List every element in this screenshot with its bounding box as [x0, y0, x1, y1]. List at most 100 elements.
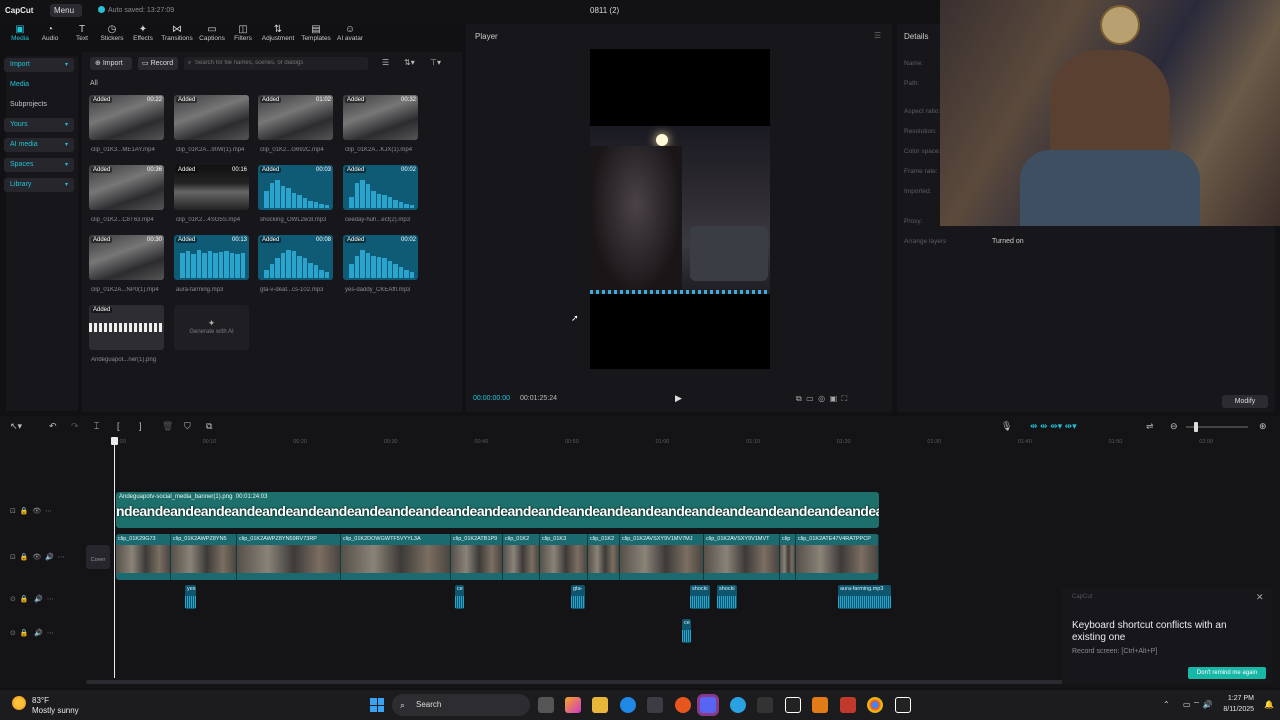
video-clip[interactable]: clip_01K2ATB1P9: [451, 534, 503, 580]
audio-clip[interactable]: yes: [185, 585, 196, 609]
video-clip[interactable]: clip_01K2: [588, 534, 620, 580]
video-clip[interactable]: clip_01K2AVSXY9V1MVT: [704, 534, 780, 580]
delete-icon[interactable]: 🗑: [162, 421, 173, 432]
media-item[interactable]: Added 00:32: [343, 95, 418, 140]
shield-icon[interactable]: ⛉: [184, 421, 191, 432]
video-clip[interactable]: clip_01K2ATE47V4RATPPCP: [796, 534, 879, 580]
menu-button[interactable]: Menu: [50, 4, 82, 17]
audio-clip[interactable]: aura-farming.mp3: [838, 585, 891, 609]
mic-icon[interactable]: 🎙: [1001, 421, 1012, 432]
audio-clip[interactable]: gta-: [571, 585, 585, 609]
media-item[interactable]: Added 01:02: [258, 95, 333, 140]
view-toggle-icon[interactable]: ☰: [382, 58, 389, 67]
audio-clip[interactable]: shocki: [717, 585, 737, 609]
tab-adjustment[interactable]: ⇅ Adjustment: [260, 24, 296, 46]
file-explorer-icon[interactable]: [592, 697, 608, 713]
app-icon[interactable]: [757, 697, 773, 713]
media-item[interactable]: Added 00:13: [174, 235, 249, 280]
close-icon[interactable]: ✕: [1256, 592, 1264, 603]
system-tray-icons[interactable]: ▭ ⌔ 🔊: [1183, 700, 1213, 710]
nav-library[interactable]: Library ▾: [4, 178, 74, 192]
split-icon[interactable]: ⌶: [94, 421, 99, 432]
windows-start-icon[interactable]: [370, 698, 384, 712]
audio-clip[interactable]: ce: [682, 619, 691, 643]
zoom-out-icon[interactable]: ⊖: [1170, 421, 1178, 432]
chrome-icon[interactable]: [867, 697, 883, 713]
telegram-icon[interactable]: [730, 697, 746, 713]
audio-track-controls[interactable]: ⊙ 🔒 🔊 ⋯: [10, 595, 54, 603]
tab-transitions[interactable]: ⋈ Transitions: [159, 24, 195, 46]
preview-icon[interactable]: ⇌: [1146, 421, 1154, 432]
capcut-taskbar-icon[interactable]: [785, 697, 801, 713]
audio-track-2-controls[interactable]: ⊙ 🔒 🔊 ⋯: [10, 629, 54, 637]
link-icon[interactable]: ⇹ ⇹ ⇹▾ ⇹▾: [1030, 421, 1077, 432]
dont-remind-button[interactable]: Don't remind me again: [1188, 667, 1266, 679]
media-item[interactable]: Added 00:08: [258, 235, 333, 280]
task-view-icon[interactable]: [538, 697, 554, 713]
media-item[interactable]: Added 00:02: [343, 235, 418, 280]
tab-filters[interactable]: ◫ Filters: [225, 24, 261, 46]
video-clip[interactable]: clip_01K2DOWGWTF5VYYL3A: [341, 534, 451, 580]
tab-all[interactable]: All: [90, 80, 98, 87]
notification-icon[interactable]: 🔔: [1264, 700, 1274, 709]
timeline-scrollbar[interactable]: [86, 680, 1066, 684]
media-item[interactable]: Added: [89, 305, 164, 350]
crop-icon[interactable]: ⧉: [206, 421, 212, 432]
media-item[interactable]: Added 00:02: [343, 165, 418, 210]
capcut-active-icon[interactable]: [895, 697, 911, 713]
split-left-icon[interactable]: [: [117, 421, 120, 431]
video-clip[interactable]: clip: [780, 534, 796, 580]
store-icon[interactable]: [647, 697, 663, 713]
video-clip[interactable]: clip_01K2AVSXY9V1MV7MJ: [620, 534, 704, 580]
media-item[interactable]: Added: [174, 95, 249, 140]
weather-desc[interactable]: Mostly sunny: [32, 706, 79, 715]
video-track-controls[interactable]: ⊡ 🔒 👁 🔊 ⋯: [10, 553, 65, 561]
import-button[interactable]: ⊕ Import: [90, 57, 132, 70]
tab-ai-avatar[interactable]: ☺ AI avatar: [332, 24, 368, 46]
copilot-icon[interactable]: [565, 697, 581, 713]
chevron-up-icon[interactable]: ⌃: [1163, 700, 1170, 709]
text-track-controls[interactable]: ⊡ 🔒 👁 ⋯: [10, 507, 52, 515]
sort-icon[interactable]: ⇅▾: [404, 58, 415, 67]
video-clip[interactable]: clip_01K2AWPZ8YN5: [171, 534, 237, 580]
clock-time[interactable]: 1:27 PM: [1226, 695, 1254, 702]
player-tools[interactable]: ⧉ ▭ ◎ ▣ ⛶: [796, 394, 847, 404]
tab-templates[interactable]: ▤ Templates: [298, 24, 334, 46]
video-clip[interactable]: clip_01K29G73: [116, 534, 171, 580]
zoom-slider[interactable]: [1186, 422, 1248, 432]
nav-media[interactable]: Media: [4, 78, 74, 92]
discord-icon[interactable]: [700, 697, 716, 713]
video-clip[interactable]: clip_01K2: [503, 534, 540, 580]
filter-icon[interactable]: ⊤▾: [430, 58, 441, 67]
generate-with-ai-button[interactable]: ✦ Generate with AI: [174, 305, 249, 350]
media-item[interactable]: Added 00:16: [174, 165, 249, 210]
media-item[interactable]: Added 00:36: [89, 165, 164, 210]
video-clip[interactable]: clip_01K3: [540, 534, 588, 580]
weather-icon[interactable]: [12, 696, 26, 710]
edge-icon[interactable]: [620, 697, 636, 713]
playhead-handle[interactable]: [111, 437, 118, 445]
split-right-icon[interactable]: ]: [139, 421, 142, 431]
modify-button[interactable]: Modify: [1222, 395, 1268, 408]
app-icon[interactable]: [840, 697, 856, 713]
zoom-in-icon[interactable]: ⊕: [1259, 421, 1267, 432]
nav-yours[interactable]: Yours ▾: [4, 118, 74, 132]
select-tool-icon[interactable]: ↖▾: [10, 421, 22, 432]
text-clip[interactable]: Andeguapotv-social_media_banner(1).png 0…: [116, 492, 879, 528]
playhead[interactable]: [114, 438, 115, 678]
search-input[interactable]: [184, 57, 368, 70]
record-button[interactable]: ▭ Record: [138, 57, 178, 70]
clock-date[interactable]: 8/11/2025: [1214, 706, 1254, 713]
tab-audio[interactable]: ◔ Audio: [32, 24, 68, 46]
nav-subprojects[interactable]: Subprojects: [4, 98, 74, 112]
audio-clip[interactable]: shocki: [690, 585, 710, 609]
audio-clip[interactable]: ce: [455, 585, 464, 609]
nav-ai-media[interactable]: AI media ▾: [4, 138, 74, 152]
play-button[interactable]: ▶: [675, 393, 682, 404]
tab-effects[interactable]: ✦ Effects: [125, 24, 161, 46]
redo-icon[interactable]: ↷: [71, 421, 79, 432]
menu-icon[interactable]: ☰: [874, 31, 881, 40]
zoom-handle[interactable]: [1194, 422, 1198, 432]
cover-button[interactable]: Cover: [86, 545, 110, 569]
nav-import[interactable]: Import ▾: [4, 58, 74, 72]
